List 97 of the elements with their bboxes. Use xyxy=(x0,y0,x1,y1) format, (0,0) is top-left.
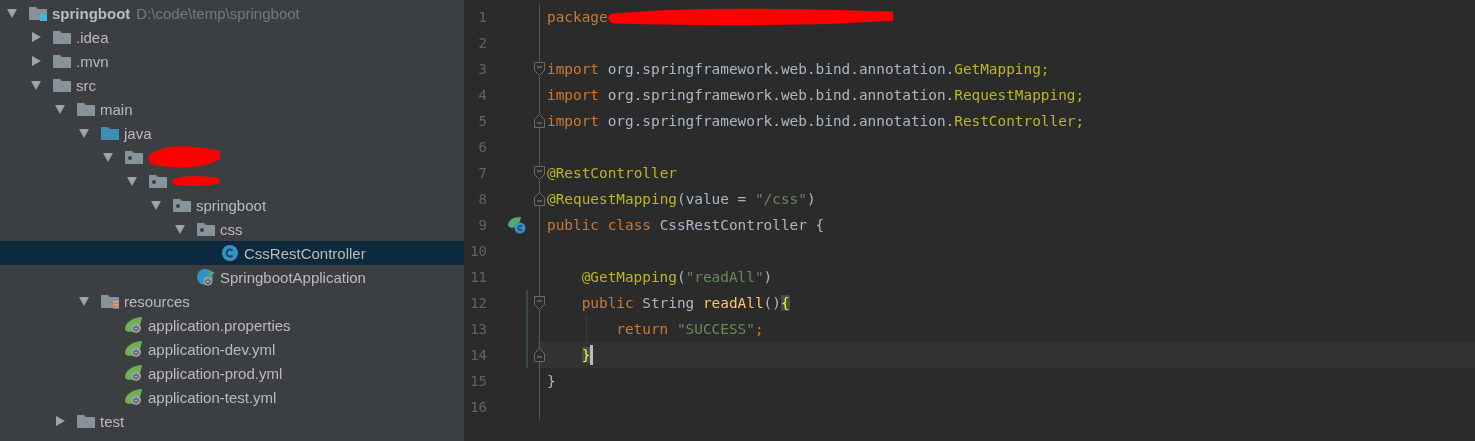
code-line: @RequestMapping(value = "/css") xyxy=(547,191,816,207)
tree-item-label: java xyxy=(124,124,152,142)
tree-item[interactable]: SpringbootApplication xyxy=(0,265,464,289)
line-number: 9 xyxy=(477,217,488,233)
line-number: 1 xyxy=(477,9,488,25)
code-line: import org.springframework.web.bind.annotation.RestController; xyxy=(547,113,1085,129)
collapse-arrow-icon[interactable] xyxy=(126,175,138,187)
folder-icon xyxy=(52,28,72,46)
tree-item[interactable]: application-test.yml xyxy=(0,385,464,409)
code-line: package xyxy=(547,9,608,25)
spring-leaf-icon xyxy=(124,364,144,382)
line-number: 11 xyxy=(469,269,488,285)
tree-item-label: css xyxy=(220,220,243,238)
spring-class-icon xyxy=(196,268,216,286)
tree-item[interactable]: .mvn xyxy=(0,49,464,73)
code-line: } xyxy=(547,373,556,389)
line-number: 12 xyxy=(469,295,488,311)
expand-arrow-icon[interactable] xyxy=(30,55,42,67)
code-line: @GetMapping("readAll") xyxy=(581,269,773,285)
spring-leaf-icon xyxy=(124,340,144,358)
package-folder-icon xyxy=(196,220,216,238)
tree-item[interactable]: application-dev.yml xyxy=(0,337,464,361)
spring-bean-icon[interactable] xyxy=(507,216,527,234)
tree-item[interactable]: CssRestController xyxy=(0,241,464,265)
collapse-arrow-icon[interactable] xyxy=(54,103,66,115)
expand-arrow-icon[interactable] xyxy=(30,31,42,43)
code-line: public String readAll(){ xyxy=(581,295,790,311)
line-number: 6 xyxy=(477,139,488,155)
folder-icon xyxy=(76,412,96,430)
code-line: public class CssRestController { xyxy=(547,217,825,233)
unfold-marker-icon[interactable] xyxy=(534,348,545,362)
tree-item[interactable]: application-prod.yml xyxy=(0,361,464,385)
tree-item-label: .idea xyxy=(76,28,109,46)
line-number: 14 xyxy=(469,347,488,363)
collapse-arrow-icon[interactable] xyxy=(78,127,90,139)
fold-marker-icon[interactable] xyxy=(534,62,545,76)
spring-leaf-icon xyxy=(124,388,144,406)
unfold-marker-icon[interactable] xyxy=(534,192,545,206)
tree-item[interactable]: main xyxy=(0,97,464,121)
tree-item-label: src xyxy=(76,76,96,94)
tree-item[interactable]: css xyxy=(0,217,464,241)
fold-marker-icon[interactable] xyxy=(534,296,545,310)
project-name: springboot xyxy=(52,4,131,22)
tree-item[interactable]: .idea xyxy=(0,25,464,49)
expand-arrow-icon[interactable] xyxy=(54,415,66,427)
code-line: import org.springframework.web.bind.annotation.RequestMapping; xyxy=(547,87,1085,103)
package-folder-icon xyxy=(172,196,192,214)
tree-item-label: test xyxy=(100,412,125,430)
code-line: @RestController xyxy=(547,165,677,181)
package-folder-icon xyxy=(124,148,144,166)
tree-item[interactable]: test xyxy=(0,409,464,433)
folder-icon xyxy=(52,76,72,94)
tree-item-label: application-test.yml xyxy=(148,388,277,406)
line-number: 8 xyxy=(477,191,488,207)
spring-leaf-icon xyxy=(124,316,144,334)
tree-item[interactable]: application.properties xyxy=(0,313,464,337)
line-number: 5 xyxy=(477,113,488,129)
collapse-arrow-icon[interactable] xyxy=(150,199,162,211)
line-number: 15 xyxy=(469,373,488,389)
tree-item-label: application-dev.yml xyxy=(148,340,276,358)
collapse-arrow-icon[interactable] xyxy=(6,7,18,19)
collapse-arrow-icon[interactable] xyxy=(102,151,114,163)
line-number: 4 xyxy=(477,87,488,103)
tree-item[interactable]: springboot xyxy=(0,193,464,217)
line-number: 2 xyxy=(477,35,488,51)
line-number: 16 xyxy=(469,399,488,415)
line-number: 13 xyxy=(469,321,488,337)
tree-item[interactable]: src xyxy=(0,73,464,97)
collapse-arrow-icon[interactable] xyxy=(30,79,42,91)
tree-item-label: SpringbootApplication xyxy=(220,268,366,286)
tree-item-label: .mvn xyxy=(76,52,109,70)
collapse-arrow-icon[interactable] xyxy=(78,295,90,307)
folder-icon xyxy=(52,52,72,70)
module-folder-icon xyxy=(28,4,48,22)
tree-item-label: main xyxy=(100,100,133,118)
project-path: D:\code\temp\springboot xyxy=(136,4,300,22)
tree-item-label: resources xyxy=(124,292,190,310)
tree-item[interactable]: resources xyxy=(0,289,464,313)
unfold-marker-icon[interactable] xyxy=(534,114,545,128)
class-icon xyxy=(220,244,240,262)
code-line: import org.springframework.web.bind.annotation.GetMapping; xyxy=(547,61,1050,77)
tree-item[interactable]: java xyxy=(0,121,464,145)
tree-item[interactable]: springboot D:\code\temp\springboot xyxy=(0,1,464,25)
tree-item-label: springboot xyxy=(196,196,267,214)
tree-item-label: application.properties xyxy=(148,316,291,334)
tree-item-label: application-prod.yml xyxy=(148,364,283,382)
resources-folder-icon xyxy=(100,292,120,310)
code-line: return "SUCCESS"; xyxy=(616,321,764,337)
line-number: 10 xyxy=(469,243,488,259)
line-number: 7 xyxy=(477,165,488,181)
tree-item-label: CssRestController xyxy=(244,244,366,262)
package-folder-icon xyxy=(148,172,168,190)
fold-marker-icon[interactable] xyxy=(534,166,545,180)
line-number: 3 xyxy=(477,61,488,77)
collapse-arrow-icon[interactable] xyxy=(174,223,186,235)
folder-icon xyxy=(76,100,96,118)
folder-icon xyxy=(100,124,120,142)
